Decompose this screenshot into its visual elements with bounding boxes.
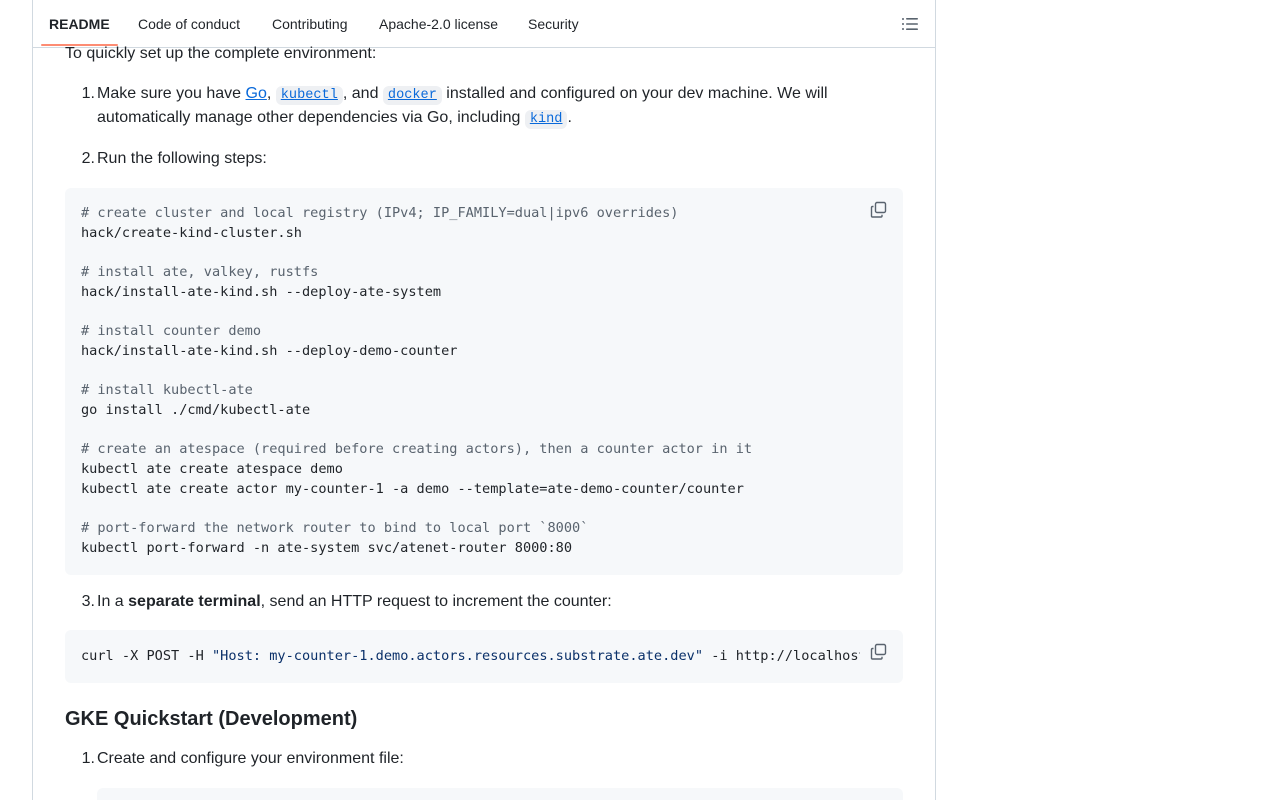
- code-comment-line: # create an atespace (required before cr…: [81, 441, 753, 458]
- code-comment-line: # install counter demo: [81, 323, 262, 340]
- step-text: Make sure you have: [97, 85, 246, 102]
- step-3-text: In a separate terminal, send an HTTP req…: [97, 590, 612, 614]
- step-2-text: Run the following steps:: [97, 150, 267, 167]
- go-link[interactable]: Go: [246, 85, 267, 102]
- step-text: .: [567, 109, 572, 126]
- readme-panel: README Code of conduct Contributing Apac…: [32, 0, 936, 800]
- curl-code-block: curl -X POST -H "Host: my-counter-1.demo…: [65, 630, 903, 683]
- curl-command: curl -X POST -H "Host: my-counter-1.demo…: [81, 647, 860, 667]
- setup-code-block: # create cluster and local registry (IPv…: [65, 188, 903, 575]
- code-string: "Host: my-counter-1.demo.actors.resource…: [211, 648, 704, 664]
- intro-text: To quickly set up the complete environme…: [65, 45, 377, 62]
- copy-button[interactable]: [870, 201, 888, 219]
- step-text: , send an HTTP request to increment the …: [260, 593, 612, 610]
- step-text: ,: [266, 85, 276, 102]
- emphasis-text: separate terminal: [128, 593, 261, 610]
- code-comment-line: # install kubectl-ate: [81, 382, 253, 399]
- outline-button[interactable]: [897, 11, 923, 37]
- tab-security[interactable]: Security: [528, 0, 579, 47]
- step-number: 1.: [81, 750, 95, 767]
- code-line: hack/create-kind-cluster.sh: [81, 224, 302, 241]
- step-text: , and: [342, 85, 383, 102]
- step-text: In a: [97, 593, 129, 610]
- code-line: hack/install-ate-kind.sh --deploy-ate-sy…: [81, 283, 442, 300]
- docker-link[interactable]: docker: [382, 86, 442, 105]
- section-heading: GKE Quickstart (Development): [65, 708, 358, 730]
- code-text: -i http://localhost:8000/counter/increme…: [711, 648, 860, 664]
- step-text: automatically manage other dependencies …: [97, 109, 525, 126]
- code-comment-line: # create cluster and local registry (IPv…: [81, 205, 679, 221]
- step-number: 2.: [81, 150, 95, 167]
- copy-button[interactable]: [870, 643, 888, 661]
- step-1-line-1: Make sure you have Go, kubectl, and dock…: [97, 82, 828, 108]
- code-line: go install ./cmd/kubectl-ate: [81, 401, 311, 418]
- tab-readme[interactable]: README: [49, 0, 110, 47]
- code-comment-line: # port-forward the network router to bin…: [81, 520, 589, 536]
- step-number: 1.: [81, 85, 95, 102]
- readme-tabs: README Code of conduct Contributing Apac…: [33, 0, 935, 48]
- code-lines: # create cluster and local registry (IPv…: [81, 204, 752, 558]
- code-comment-line: # install ate, valkey, rustfs: [81, 264, 319, 281]
- copy-icon: [870, 643, 887, 660]
- tab-contributing[interactable]: Contributing: [272, 0, 348, 47]
- step-1-line-2: automatically manage other dependencies …: [97, 106, 572, 132]
- gke-step-1-text: Create and configure your environment fi…: [97, 750, 404, 767]
- env-code-block: [97, 788, 903, 800]
- code-line: kubectl ate create actor my-counter-1 -a…: [81, 480, 744, 497]
- kubectl-link[interactable]: kubectl: [275, 86, 343, 105]
- tab-code-of-conduct[interactable]: Code of conduct: [138, 0, 240, 47]
- code-scroll-area[interactable]: curl -X POST -H "Host: my-counter-1.demo…: [65, 630, 860, 683]
- copy-icon: [870, 201, 887, 218]
- code-text: curl -X POST -H: [81, 648, 212, 664]
- step-number: 3.: [81, 593, 95, 610]
- list-unordered-icon: [902, 18, 918, 30]
- tab-license[interactable]: Apache-2.0 license: [379, 0, 498, 47]
- step-text: installed and configured on your dev mac…: [441, 85, 828, 102]
- code-line: kubectl ate create atespace demo: [81, 460, 343, 477]
- code-line: kubectl port-forward -n ate-system svc/a…: [81, 539, 573, 556]
- code-line: hack/install-ate-kind.sh --deploy-demo-c…: [81, 342, 458, 359]
- kind-link[interactable]: kind: [524, 110, 568, 129]
